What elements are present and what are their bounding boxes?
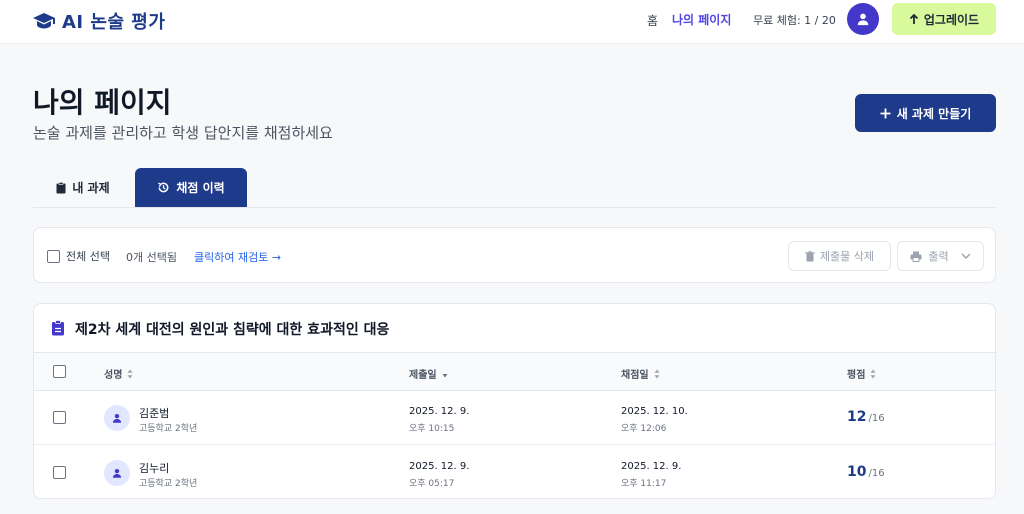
page-title: 나의 페이지 (33, 86, 172, 119)
user-icon (112, 468, 122, 478)
upgrade-label: 업그레이드 (923, 12, 980, 27)
history-icon (158, 182, 169, 193)
student-name[interactable]: 김준범 (139, 405, 169, 421)
sort-desc-icon (442, 373, 448, 377)
delete-label: 제출물 삭제 (819, 250, 875, 263)
score-value: 12 (847, 409, 867, 425)
graded-date: 2025. 12. 9. (621, 461, 682, 472)
column-header-score[interactable]: 평점 (847, 366, 876, 381)
print-label: 출력 (928, 250, 949, 263)
nav-link-home[interactable]: 홈 (647, 12, 658, 29)
regrade-link[interactable]: 클릭하여 재검토 → (194, 249, 281, 265)
tab-my-tasks-label: 내 과제 (72, 181, 110, 195)
printer-icon (910, 251, 922, 262)
graded-time: 오후 11:17 (621, 479, 667, 489)
column-label: 채점일 (621, 370, 649, 381)
assignment-clipboard-icon (52, 320, 64, 336)
column-header-name[interactable]: 성명 (104, 366, 133, 381)
page-subtitle: 논술 과제를 관리하고 학생 답안지를 채점하세요 (33, 124, 333, 142)
score-value: 10 (847, 464, 867, 480)
tab-grading-history[interactable]: 채점 이력 (135, 168, 247, 207)
assignment-header: 제2차 세계 대전의 원인과 침략에 대한 효과적인 대응 (34, 304, 995, 352)
submitted-date: 2025. 12. 9. (409, 461, 470, 472)
table-row[interactable]: 김누리 고등학교 2학년 2025. 12. 9. 오후 05:17 2025.… (34, 446, 995, 498)
select-all-checkbox[interactable]: 전체 선택 (47, 248, 110, 264)
graduation-cap-icon (33, 13, 55, 29)
column-label: 성명 (104, 370, 123, 381)
student-name[interactable]: 김누리 (139, 460, 169, 476)
column-label: 평점 (847, 370, 866, 381)
assignment-title: 제2차 세계 대전의 원인과 침략에 대한 효과적인 대응 (75, 322, 390, 338)
sort-icon (127, 369, 133, 378)
sort-icon (870, 369, 876, 378)
top-navigation: AI 논술 평가 홈 나의 페이지 무료 체험: 1 / 20 업그레이드 (0, 0, 1024, 44)
graded-date: 2025. 12. 10. (621, 406, 688, 417)
row-checkbox[interactable] (53, 411, 66, 424)
score-max: /16 (868, 413, 885, 424)
trial-usage-counter: 무료 체험: 1 / 20 (753, 14, 836, 27)
score: 10 /16 (847, 464, 885, 480)
print-dropdown-button[interactable]: 출력 (897, 241, 984, 271)
column-header-submitted[interactable]: 제출일 (409, 366, 448, 381)
column-label: 제출일 (409, 370, 437, 381)
tab-grading-history-label: 채점 이력 (176, 181, 225, 195)
trash-icon (805, 250, 815, 261)
assignment-card: 제2차 세계 대전의 원인과 침략에 대한 효과적인 대응 성명 제출일 채점일… (33, 303, 996, 499)
selected-count: 0개 선택됨 (126, 251, 177, 264)
arrow-up-icon (909, 13, 919, 24)
user-icon (112, 413, 122, 423)
score: 12 /16 (847, 409, 885, 425)
table-header: 성명 제출일 채점일 평점 (34, 352, 995, 391)
sort-icon (654, 369, 660, 378)
header-select-all-checkbox[interactable] (53, 365, 66, 378)
tab-my-tasks[interactable]: 내 과제 (33, 168, 133, 207)
score-max: /16 (868, 468, 885, 479)
user-icon (857, 13, 869, 26)
brand-name: AI 논술 평가 (62, 12, 166, 33)
select-all-label: 전체 선택 (66, 250, 110, 263)
row-checkbox[interactable] (53, 466, 66, 479)
submitted-date: 2025. 12. 9. (409, 406, 470, 417)
student-avatar (104, 405, 130, 431)
clipboard-icon (56, 181, 66, 193)
chevron-down-icon (961, 253, 971, 259)
tab-bar: 내 과제 채점 이력 (33, 168, 996, 208)
nav-link-mypage[interactable]: 나의 페이지 (672, 11, 731, 28)
plus-icon (880, 108, 891, 118)
graded-time: 오후 12:06 (621, 424, 667, 434)
upgrade-button[interactable]: 업그레이드 (892, 3, 996, 35)
user-avatar-button[interactable] (847, 3, 879, 35)
table-row[interactable]: 김준범 고등학교 2학년 2025. 12. 9. 오후 10:15 2025.… (34, 391, 995, 445)
brand-logo[interactable]: AI 논술 평가 (32, 8, 165, 34)
student-grade: 고등학교 2학년 (139, 424, 198, 434)
student-avatar (104, 460, 130, 486)
submitted-time: 오후 05:17 (409, 479, 455, 489)
delete-submissions-button[interactable]: 제출물 삭제 (788, 241, 891, 271)
selection-toolbar: 전체 선택 0개 선택됨 클릭하여 재검토 → 제출물 삭제 출력 (33, 227, 996, 283)
new-task-button[interactable]: 새 과제 만들기 (855, 94, 996, 132)
submitted-time: 오후 10:15 (409, 424, 455, 434)
checkbox[interactable] (47, 249, 60, 263)
new-task-label: 새 과제 만들기 (896, 106, 972, 121)
student-grade: 고등학교 2학년 (139, 479, 198, 489)
column-header-graded[interactable]: 채점일 (621, 366, 660, 381)
